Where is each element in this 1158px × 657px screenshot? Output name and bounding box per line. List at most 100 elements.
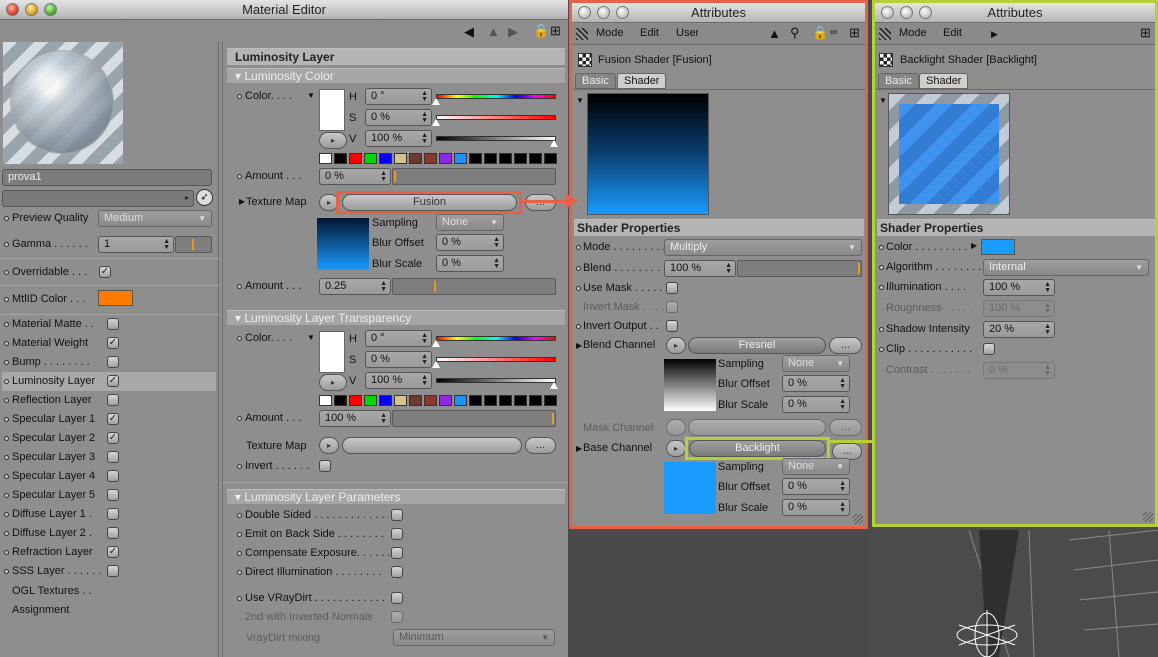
color-swatch[interactable] [349,395,362,406]
sidebar-item[interactable]: Material Matte . . [2,315,216,334]
t-texture-map-ellipsis-button[interactable]: ... [525,437,556,454]
color-swatch[interactable] [394,153,407,164]
hue-slider[interactable] [436,94,556,99]
t-hue-handle[interactable] [432,340,440,347]
saturation-slider[interactable] [436,115,556,120]
v-field[interactable]: 100 % ▲ ▼ [365,130,432,147]
color-swatch[interactable] [394,395,407,406]
t-saturation-slider[interactable] [436,357,556,362]
texture-map-button[interactable]: Fusion [342,194,517,211]
color-swatch[interactable] [529,153,542,164]
shadow-intensity-field[interactable]: 20 % ▲ ▼ [983,321,1055,338]
s-field[interactable]: 0 % ▲ ▼ [365,109,432,126]
backlight-color-swatch[interactable] [981,239,1015,255]
disclosure-down-icon[interactable]: ▼ [307,91,315,100]
color-swatch[interactable] [514,153,527,164]
layer-checkbox[interactable]: ✓ [107,413,119,425]
color-swatch[interactable] [409,153,422,164]
overridable-checkbox[interactable]: ✓ [99,266,111,278]
zoom-window-button[interactable] [919,6,932,19]
b-blur-scale-field[interactable]: 0 % ▲ ▼ [782,499,850,516]
layer-checkbox[interactable] [107,470,119,482]
t-amount-slider-handle[interactable] [552,413,554,424]
amount-slider[interactable] [392,168,556,185]
layer-checkbox[interactable] [107,451,119,463]
disclosure-right-icon[interactable]: ▶ [971,241,977,250]
t-h-field[interactable]: 0 ° ▲ ▼ [365,330,432,347]
new-window-icon[interactable]: ⊞ [550,24,561,37]
value-handle[interactable] [550,140,558,147]
sidebar-item[interactable]: Refraction Layer ✓ [2,543,216,562]
forward-arrow-icon[interactable]: ▶ [508,25,518,38]
amount2-field[interactable]: 0.25 ▲ ▼ [319,278,391,295]
menu-edit[interactable]: Edit [943,27,962,39]
sidebar-item[interactable]: Specular Layer 1 ✓ [2,410,216,429]
t-value-handle[interactable] [550,382,558,389]
t-texture-map-button[interactable] [342,437,522,454]
sidebar-item[interactable]: Specular Layer 3 [2,448,216,467]
disclosure-down-icon[interactable]: ▼ [576,96,584,105]
clip-checkbox[interactable] [983,343,995,355]
ogl-textures-label[interactable]: OGL Textures . . [12,585,91,597]
blend-field[interactable]: 100 % ▲ ▼ [664,260,736,277]
color-swatch[interactable] [334,395,347,406]
color-swatch[interactable] [334,153,347,164]
luminosity-color-swatch[interactable] [319,89,345,131]
color-swatch[interactable] [544,153,557,164]
value-slider[interactable] [436,136,556,141]
color-swatch[interactable] [349,153,362,164]
color-swatch[interactable] [454,153,467,164]
disclosure-down-icon[interactable]: ▼ [307,333,315,342]
menu-edit[interactable]: Edit [640,27,659,39]
algorithm-dropdown[interactable]: Internal ▼ [983,259,1149,276]
close-window-button[interactable] [578,6,591,19]
zoom-window-button[interactable] [44,3,57,16]
color-swatch[interactable] [499,395,512,406]
param-checkbox[interactable] [391,566,403,578]
t-hue-slider[interactable] [436,336,556,341]
tab-basic[interactable]: Basic [575,73,616,89]
blur-scale-field[interactable]: 0 % ▲ ▼ [782,396,850,413]
sampling-dropdown[interactable]: None ▼ [782,355,850,372]
gamma-slider-handle[interactable] [192,239,194,250]
t-s-field[interactable]: 0 % ▲ ▼ [365,351,432,368]
mask-channel-toggle[interactable] [666,419,686,436]
layer-checkbox[interactable] [107,489,119,501]
pointer-icon[interactable]: ▲ [768,27,781,40]
color-picker-toggle[interactable]: ▸ [319,132,347,149]
color-swatch[interactable] [319,153,332,164]
b-sampling-dropdown[interactable]: None ▼ [782,458,850,475]
sidebar-item[interactable]: Specular Layer 4 [2,467,216,486]
up-arrow-icon[interactable]: ▲ [487,25,500,38]
amount-slider-handle[interactable] [394,171,396,182]
preview-quality-dropdown[interactable]: Medium ▼ [98,210,212,227]
param-checkbox[interactable] [391,592,403,604]
layer-checkbox[interactable] [107,565,119,577]
param-checkbox[interactable] [391,509,403,521]
blur-scale-field[interactable]: 0 % ▲ ▼ [436,255,504,272]
amount2-slider-handle[interactable] [434,281,436,292]
t-v-field[interactable]: 100 % ▲ ▼ [365,372,432,389]
layer-checkbox[interactable] [107,527,119,539]
tab-shader[interactable]: Shader [919,73,969,89]
contrast-field[interactable]: 0 % ▲ ▼ [983,362,1055,379]
roughness-field[interactable]: 100 % ▲ ▼ [983,300,1055,317]
close-window-button[interactable] [881,6,894,19]
sidebar-item[interactable]: Diffuse Layer 2 . [2,524,216,543]
color-swatch[interactable] [439,153,452,164]
resize-grip-icon[interactable] [853,514,863,524]
sidebar-item[interactable]: Specular Layer 5 [2,486,216,505]
blend-slider-handle[interactable] [858,263,860,274]
material-link-field[interactable]: ▸ [2,190,194,207]
param-checkbox[interactable] [391,528,403,540]
disclosure-right-icon[interactable]: ▶ [239,197,245,206]
mask-channel-button[interactable] [688,419,826,436]
minimize-window-button[interactable] [597,6,610,19]
lock-icon[interactable]: 🔒 [812,26,828,39]
blend-slider[interactable] [737,260,862,277]
t-amount-field[interactable]: 100 % ▲ ▼ [319,410,391,427]
disclosure-down-icon[interactable]: ▼ [879,96,887,105]
minimize-window-button[interactable] [900,6,913,19]
blend-channel-toggle[interactable]: ▸ [666,337,686,354]
vraydirt-mixing-dropdown[interactable]: Minimum ▼ [393,629,555,646]
